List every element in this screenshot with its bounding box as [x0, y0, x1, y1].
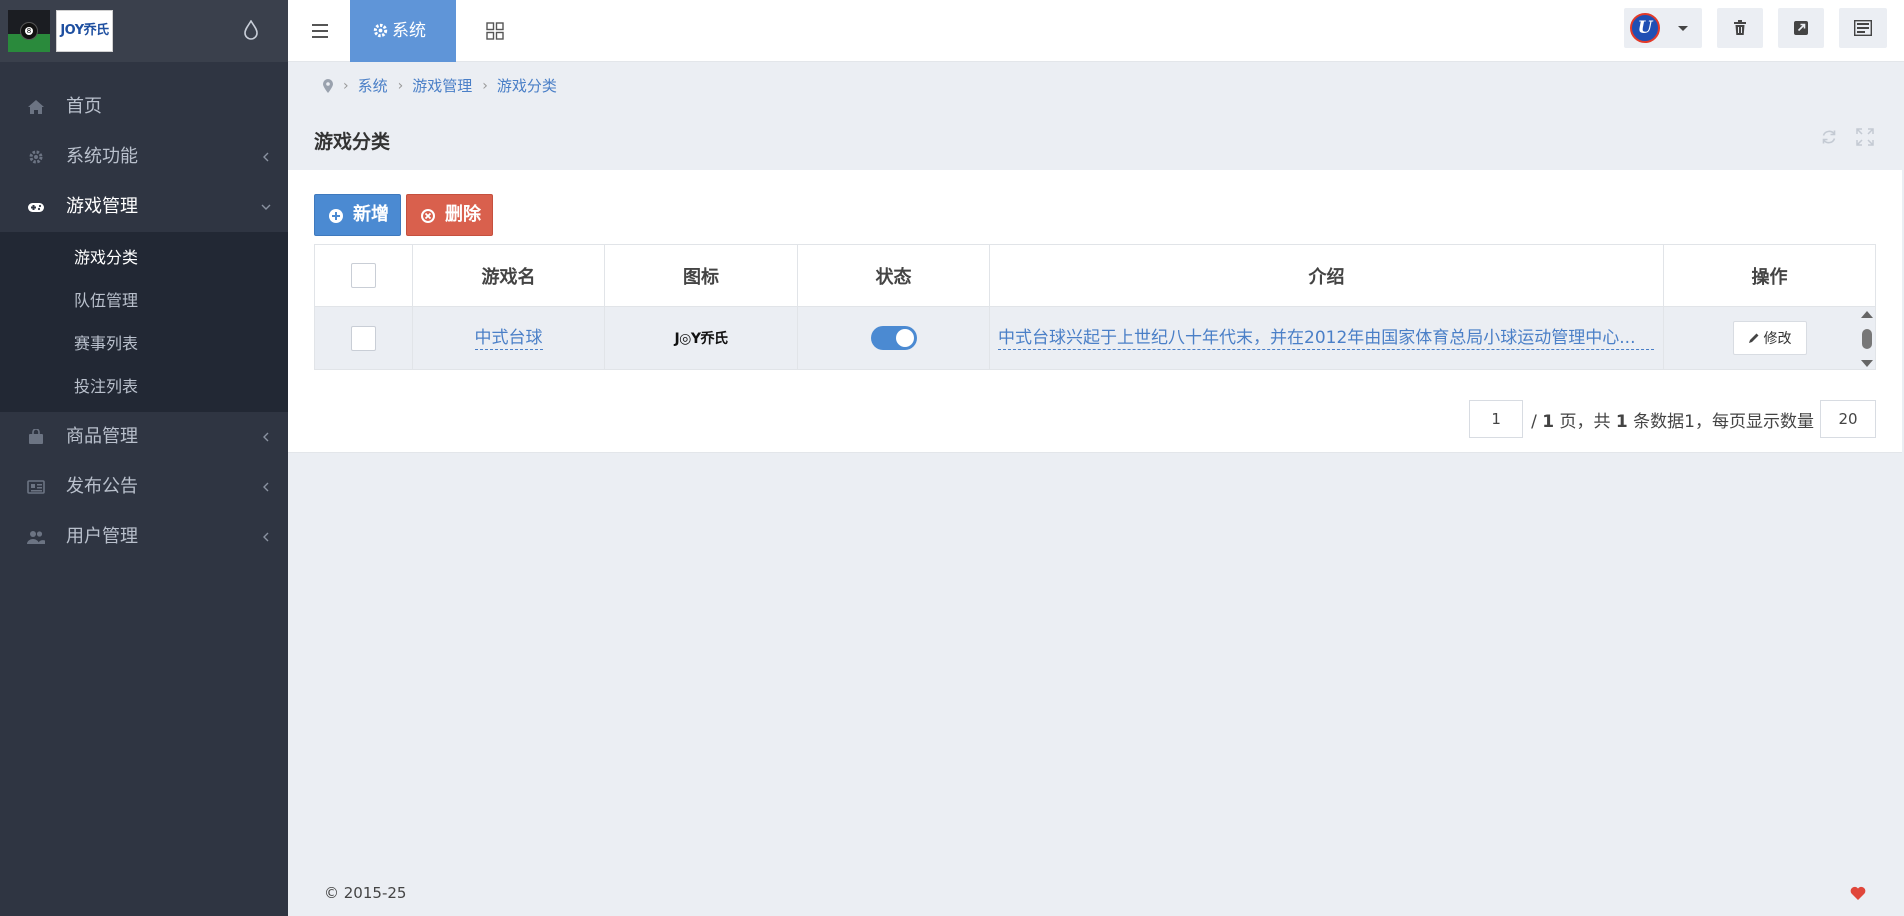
sidebar-item-label: 发布公告	[66, 476, 138, 497]
tab-system-label: 系统	[392, 21, 426, 41]
sidebar-subitem-team-management[interactable]: 队伍管理	[0, 279, 288, 322]
map-marker-icon	[323, 79, 333, 93]
external-link-icon	[1794, 21, 1808, 35]
sidebar-item-label: 用户管理	[66, 526, 138, 547]
open-external-button[interactable]	[1778, 8, 1824, 48]
apps-grid-button[interactable]	[464, 0, 526, 62]
fullscreen-icon[interactable]	[1856, 128, 1874, 146]
sidebar-item-announcements[interactable]: 发布公告	[0, 462, 288, 512]
chevron-left-icon	[263, 432, 269, 442]
breadcrumb-item[interactable]: 系统	[358, 74, 388, 98]
newspaper-icon	[27, 480, 45, 494]
breadcrumb-item[interactable]: 游戏管理	[412, 74, 472, 98]
sidebar-item-label: 首页	[66, 96, 102, 117]
breadcrumb: › 系统 › 游戏管理 › 游戏分类	[323, 74, 557, 98]
row-scrollbar[interactable]	[1861, 311, 1873, 367]
refresh-icon[interactable]	[1820, 128, 1838, 146]
column-header[interactable]: 介绍	[990, 245, 1664, 306]
caret-down-icon	[1678, 26, 1688, 31]
total-records: 1	[1615, 411, 1628, 432]
sidebar-item-label: 游戏管理	[66, 196, 138, 217]
avatar: U	[1630, 13, 1660, 43]
add-button[interactable]: 新增	[314, 194, 401, 236]
chevron-left-icon	[263, 152, 269, 162]
sidebar-subitem-game-category[interactable]: 游戏分类	[0, 236, 288, 279]
shopping-bag-icon	[29, 429, 43, 444]
panel-layout-icon	[1854, 20, 1872, 36]
select-all-checkbox[interactable]	[351, 263, 376, 288]
hamburger-icon	[312, 24, 328, 26]
home-icon	[28, 100, 44, 114]
times-circle-icon	[421, 209, 435, 223]
sidebar-item-games[interactable]: 游戏管理	[0, 182, 288, 232]
sidebar-item-home[interactable]: 首页	[0, 82, 288, 132]
data-table: 游戏名 图标 状态 介绍 操作 中式台球 J◎Y乔氏 中式台球兴起于上世纪八十年…	[314, 244, 1876, 370]
sidebar-item-label: 系统功能	[66, 146, 138, 167]
content-panel: 新增 删除 游戏名 图标 状态 介绍 操作 中式台球 J◎Y乔氏 中式台球兴起于…	[288, 170, 1902, 453]
sidebar: 8 JOY乔氏 首页 系统功能 游戏管理 游戏分类 队伍管理 赛事列表 投注列表	[0, 0, 288, 916]
sidebar-item-products[interactable]: 商品管理	[0, 412, 288, 462]
sidebar-item-system[interactable]: 系统功能	[0, 132, 288, 182]
gamepad-icon	[28, 203, 44, 212]
users-icon	[27, 531, 45, 544]
tab-system[interactable]: 系统	[350, 0, 456, 62]
brand: 8 JOY乔氏	[0, 0, 288, 62]
sidebar-subitem-match-list[interactable]: 赛事列表	[0, 322, 288, 365]
grid-icon	[486, 22, 504, 40]
heart-icon	[1850, 886, 1866, 900]
trash-icon	[1734, 20, 1746, 35]
title-tools	[1820, 128, 1874, 146]
game-icon-image: J◎Y乔氏	[674, 331, 728, 347]
column-header[interactable]: 状态	[798, 245, 990, 306]
brand-logo: JOY乔氏	[56, 10, 113, 52]
sidebar-item-label: 商品管理	[66, 426, 138, 447]
table-row: 中式台球 J◎Y乔氏 中式台球兴起于上世纪八十年代末，并在2012年由国家体育总…	[315, 307, 1875, 369]
page-size-input[interactable]: 20	[1820, 400, 1876, 438]
breadcrumb-item[interactable]: 游戏分类	[497, 74, 557, 98]
gear-icon	[373, 23, 388, 38]
main-content: › 系统 › 游戏管理 › 游戏分类 游戏分类 新增 删除 游戏名 图标 状态 …	[288, 62, 1904, 916]
intro-link[interactable]: 中式台球兴起于上世纪八十年代末，并在2012年由国家体育总局小球运动管理中心..…	[998, 327, 1654, 350]
gear-icon	[29, 150, 43, 164]
sidebar-subitem-bet-list[interactable]: 投注列表	[0, 365, 288, 408]
column-header: 操作	[1751, 266, 1788, 288]
status-toggle[interactable]	[870, 326, 917, 350]
billiard-ball-logo: 8	[8, 10, 50, 52]
column-header[interactable]: 游戏名	[413, 245, 605, 306]
row-checkbox[interactable]	[351, 325, 376, 351]
total-pages: 1	[1542, 411, 1555, 432]
plus-circle-icon	[329, 209, 343, 223]
game-name-link[interactable]: 中式台球	[474, 327, 543, 350]
sidebar-item-users[interactable]: 用户管理	[0, 512, 288, 562]
page-number-input[interactable]	[1469, 400, 1524, 438]
table-header: 游戏名 图标 状态 介绍 操作	[315, 245, 1875, 307]
pagination: / 1 页，共 1 条数据1，每页显示数量 20	[1469, 400, 1876, 438]
pencil-icon	[1748, 333, 1758, 343]
panel-settings-button[interactable]	[1839, 8, 1887, 48]
chevron-left-icon	[263, 482, 269, 492]
droplet-icon[interactable]	[243, 20, 259, 40]
topbar: 系统 U	[288, 0, 1904, 62]
sidebar-toggle-button[interactable]	[288, 0, 350, 62]
user-menu-dropdown[interactable]: U	[1624, 8, 1702, 48]
page-title: 游戏分类	[314, 131, 391, 153]
submenu-games: 游戏分类 队伍管理 赛事列表 投注列表	[0, 232, 288, 412]
chevron-left-icon	[263, 532, 269, 542]
column-header[interactable]: 图标	[605, 245, 798, 306]
footer-copyright: © 2015-25	[324, 884, 407, 902]
sidebar-menu: 首页 系统功能 游戏管理 游戏分类 队伍管理 赛事列表 投注列表 商品管理 发布…	[0, 82, 288, 562]
chevron-down-icon	[261, 204, 271, 210]
delete-button[interactable]: 删除	[406, 194, 493, 236]
edit-button[interactable]: 修改	[1732, 321, 1807, 355]
clear-cache-button[interactable]	[1717, 8, 1763, 48]
